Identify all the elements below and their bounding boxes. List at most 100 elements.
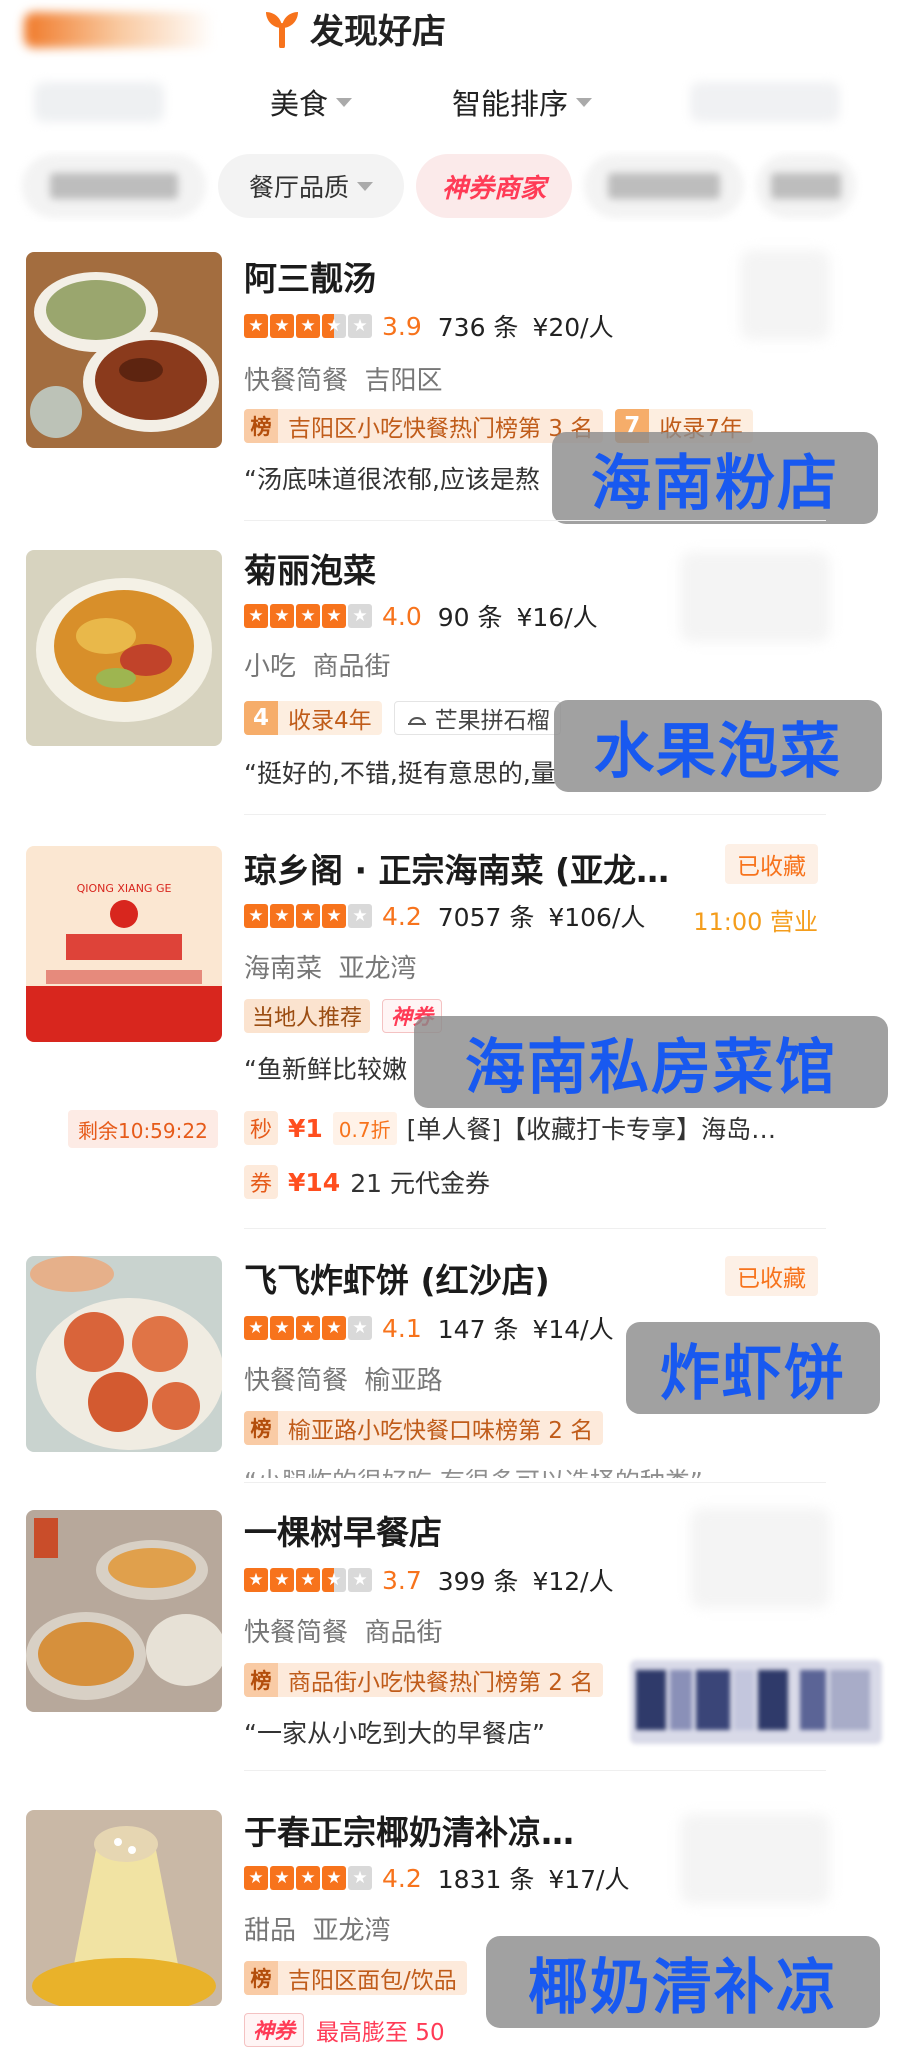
blurred-filter-left[interactable] (34, 82, 164, 122)
rating-row: ★ ★ ★ ★ ★ 3.7 399 条 ¥12/人 (244, 1562, 614, 1598)
star-icon: ★ (244, 604, 268, 628)
review-count: 736 条 (437, 313, 519, 342)
voucher-deal-row[interactable]: 券 ¥14 21 元代金券 (244, 1162, 490, 1202)
chip-restaurant-quality[interactable]: 餐厅品质 (218, 154, 404, 218)
star-icon: ★ (270, 604, 294, 628)
sort-dropdown[interactable]: 智能排序 (452, 80, 593, 124)
star-icon: ★ (244, 1568, 268, 1592)
restaurant-name[interactable]: 飞飞炸虾饼 (红沙店) (244, 1254, 550, 1302)
review-quote: “汤底味道很浓郁,应该是熬 (244, 465, 540, 494)
list-item[interactable]: 菊丽泡菜 ★ ★ ★ ★ ★ 4.0 90 条 ¥16/人 小吃 商品街 4 收录4年 芒… (0, 542, 906, 810)
category: 小吃 (244, 652, 297, 682)
blurred-chip[interactable] (756, 154, 856, 218)
rating-score: 3.7 (382, 1565, 422, 1595)
tag-row: 榜吉阳区面包/饮品 (244, 1960, 467, 1996)
blurred-region (680, 1814, 830, 1904)
category-area: 小吃 商品街 (244, 646, 391, 683)
rank-text: 吉阳区面包/饮品 (288, 1968, 457, 1994)
dish-tag[interactable]: 芒果拼石榴 (393, 701, 561, 735)
star-icon: ★ (322, 1866, 346, 1890)
years-number: 4 (244, 701, 278, 735)
star-icon: ★ (296, 904, 320, 928)
rating-score: 4.2 (382, 901, 422, 931)
divider (244, 814, 826, 815)
price-per-person: ¥20/人 (532, 313, 614, 342)
rank-tag[interactable]: 榜商品街小吃快餐热门榜第 2 名 (244, 1663, 604, 1697)
category: 甜品 (244, 1916, 297, 1946)
list-item[interactable]: 飞飞炸虾饼 (红沙店) 已收藏 ★ ★ ★ ★ ★ 4.1 147 条 ¥14/人 快餐… (0, 1250, 906, 1478)
category-area: 海南菜 亚龙湾 (244, 948, 417, 985)
review-count: 147 条 (437, 1315, 519, 1344)
category: 快餐简餐 (244, 1366, 349, 1396)
star-icon: ★ (322, 1568, 346, 1592)
sprout-icon (266, 12, 298, 48)
list-item[interactable]: QIONG XIANG GE 琼乡阁 · 正宗海南菜 (亚龙… 已收藏 ★ ★ ★ ★… (0, 836, 906, 1218)
cuisine-dropdown[interactable]: 美食 (270, 80, 353, 124)
rating-score: 4.2 (382, 1863, 422, 1893)
restaurant-photo (26, 550, 222, 746)
blurred-region (740, 250, 830, 340)
chip-voucher-merchant[interactable]: 神券商家 (416, 154, 572, 218)
blurred-chip[interactable] (584, 154, 744, 218)
star-rating: ★ ★ ★ ★ ★ (244, 314, 372, 338)
rank-tag[interactable]: 榜榆亚路小吃快餐口味榜第 2 名 (244, 1411, 604, 1445)
star-icon: ★ (270, 1568, 294, 1592)
voucher-row[interactable]: 神券 最高膨至 50 (244, 2012, 445, 2048)
review-count: 1831 条 (437, 1865, 535, 1894)
restaurant-photo (26, 1810, 222, 2006)
review-count: 90 条 (437, 603, 503, 632)
pixelated-region (630, 1660, 882, 1744)
filter-bar: 美食 智能排序 (0, 72, 906, 132)
category-area: 快餐简餐 吉阳区 (244, 360, 443, 397)
blurred-back-area[interactable] (24, 12, 214, 48)
tag-row: 当地人推荐 神券 (244, 998, 443, 1034)
review-quote: “小腿炸的很好吃,有很多可以选择的种类” (244, 1462, 764, 1478)
restaurant-name[interactable]: 一棵树早餐店 (244, 1506, 442, 1554)
star-icon: ★ (322, 314, 346, 338)
deal-text: [单人餐]【收藏打卡专享】海岛… (406, 1115, 777, 1144)
deal-price: ¥1 (288, 1113, 323, 1143)
cuisine-dropdown-label: 美食 (270, 87, 329, 121)
star-icon: ★ (296, 314, 320, 338)
area: 榆亚路 (364, 1366, 443, 1396)
divider (244, 1770, 826, 1771)
restaurant-name[interactable]: 于春正宗椰奶清补凉… (244, 1806, 574, 1854)
caret-down-icon (576, 97, 593, 107)
rating-score: 3.9 (382, 311, 422, 341)
flash-deal-row[interactable]: 秒 ¥1 0.7折 [单人餐]【收藏打卡专享】海岛… (244, 1108, 776, 1148)
star-icon: ★ (348, 314, 372, 338)
annotation-overlay: 海南私房菜馆 (414, 1016, 888, 1108)
rating-row: ★ ★ ★ ★ ★ 4.1 147 条 ¥14/人 (244, 1310, 614, 1346)
rank-tag[interactable]: 榜吉阳区小吃快餐热门榜第 3 名 (244, 409, 604, 443)
chip-row: 餐厅品质 神券商家 (0, 150, 906, 222)
rating-row: ★ ★ ★ ★ ★ 4.2 1831 条 ¥17/人 (244, 1860, 629, 1896)
restaurant-photo (26, 1510, 222, 1712)
restaurant-name[interactable]: 阿三靓汤 (244, 252, 376, 300)
rank-icon: 榜 (244, 1961, 278, 1995)
list-item[interactable]: 阿三靓汤 ★ ★ ★ ★ ★ 3.9 736 条 ¥20/人 快餐简餐 吉阳区 榜吉阳区… (0, 246, 906, 524)
blurred-chip[interactable] (22, 154, 206, 218)
star-icon: ★ (348, 904, 372, 928)
svg-text:QIONG XIANG GE: QIONG XIANG GE (77, 882, 172, 895)
years-listed-tag: 4 收录4年 (244, 701, 382, 735)
restaurant-photo (26, 1256, 222, 1452)
star-icon: ★ (244, 904, 268, 928)
restaurant-name[interactable]: 琼乡阁 · 正宗海南菜 (亚龙… (244, 844, 669, 892)
price-per-person: ¥14/人 (532, 1315, 614, 1344)
rank-tag[interactable]: 榜吉阳区面包/饮品 (244, 1961, 467, 1995)
blurred-filter-right[interactable] (690, 82, 840, 122)
restaurant-photo (26, 252, 222, 448)
review-quote: “挺好的,不错,挺有意思的,量 (244, 759, 556, 788)
star-icon: ★ (322, 1316, 346, 1340)
category: 快餐简餐 (244, 366, 349, 396)
category: 快餐简餐 (244, 1618, 349, 1648)
price-per-person: ¥12/人 (532, 1567, 614, 1596)
restaurant-name[interactable]: 菊丽泡菜 (244, 544, 376, 592)
list-item[interactable]: 于春正宗椰奶清补凉… ★ ★ ★ ★ ★ 4.2 1831 条 ¥17/人 甜品 亚龙湾… (0, 1794, 906, 2048)
star-icon: ★ (244, 1316, 268, 1340)
category-area: 甜品 亚龙湾 (244, 1910, 391, 1947)
tag-row: 榜商品街小吃快餐热门榜第 2 名 (244, 1662, 604, 1698)
star-icon: ★ (348, 1568, 372, 1592)
list-item[interactable]: 一棵树早餐店 ★ ★ ★ ★ ★ 3.7 399 条 ¥12/人 快餐简餐 商品街 榜商… (0, 1500, 906, 1766)
star-rating: ★ ★ ★ ★ ★ (244, 904, 372, 928)
